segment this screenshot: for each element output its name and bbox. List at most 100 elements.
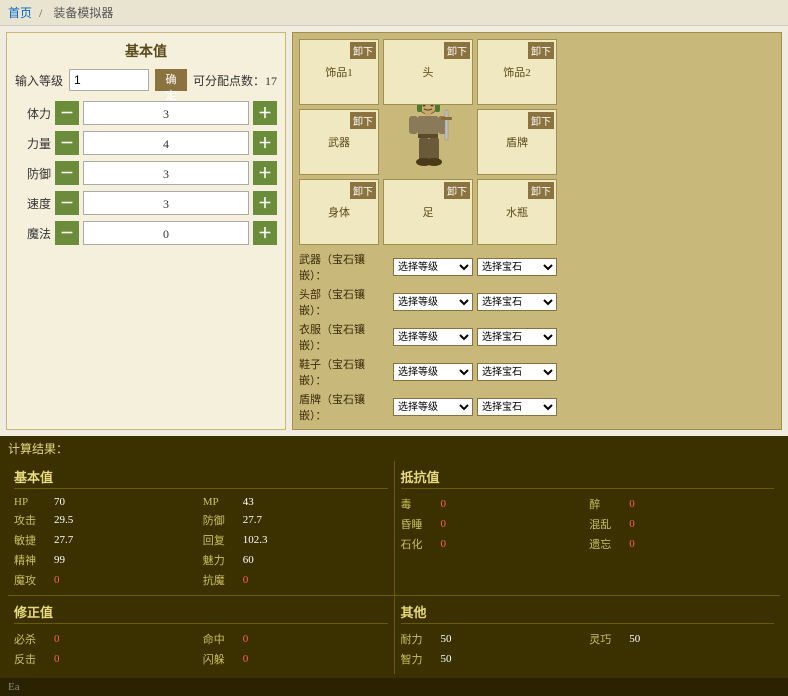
level-input[interactable] [69,69,149,91]
result-mp: MP 43 [203,495,388,509]
stat-plus-2[interactable]: ＋ [253,161,277,185]
basic-title: 基本值 [14,467,388,489]
unequip-accessory2[interactable]: 卸下 [528,42,554,59]
unequip-head[interactable]: 卸下 [444,42,470,59]
level-label: 输入等级 [15,72,63,89]
equip-slot-head: 卸下 头 [383,39,473,105]
stat-row-def: 防御 － 3 ＋ [15,161,277,185]
unequip-weapon[interactable]: 卸下 [350,112,376,129]
stat-minus-2[interactable]: － [55,161,79,185]
result-name-crit: 必杀 [14,631,50,647]
bottom-bar: Ea [0,678,788,696]
breadcrumb-current: 装备模拟器 [53,6,113,20]
basic-grid: HP 70 MP 43 攻击 29.5 防御 27.7 敏捷 27.7 [14,495,388,589]
equip-select-row-1: 头部（宝石镶嵌）： 选择等级 选择宝石 [299,286,775,318]
stat-plus-1[interactable]: ＋ [253,131,277,155]
accessory2-label: 饰品2 [503,64,531,80]
stat-row-hp: 体力 － 3 ＋ [15,101,277,125]
result-dex: 灵巧 50 [589,630,774,648]
result-name-hit: 命中 [203,631,239,647]
result-name-agi: 敏捷 [14,532,50,548]
stat-plus-3[interactable]: ＋ [253,191,277,215]
result-name-def: 防御 [203,512,239,528]
equip-gem-select-1[interactable]: 选择宝石 [477,293,557,311]
result-hit: 命中 0 [203,630,388,648]
result-cha: 魅力 60 [203,551,388,569]
unequip-shield[interactable]: 卸下 [528,112,554,129]
result-name-drunk: 醉 [589,496,625,512]
result-name-stone: 石化 [401,536,437,552]
equip-level-select-2[interactable]: 选择等级 [393,328,473,346]
breadcrumb-home[interactable]: 首页 [8,6,32,20]
resist-grid: 毒 0 醉 0 昏睡 0 混乱 0 石化 0 [401,495,775,553]
equip-level-select-4[interactable]: 选择等级 [393,398,473,416]
result-val-agi: 27.7 [54,534,73,546]
unequip-body[interactable]: 卸下 [350,182,376,199]
result-val-dex: 50 [629,633,640,645]
result-val-spi: 99 [54,554,65,566]
result-matk: 魔攻 0 [14,571,199,589]
stat-value-1: 4 [83,131,249,155]
result-spi: 精神 99 [14,551,199,569]
stat-plus-0[interactable]: ＋ [253,101,277,125]
result-val-mp: 43 [243,496,254,508]
result-atk: 攻击 29.5 [14,511,199,529]
equip-select-row-4: 盾牌（宝石镶嵌）： 选择等级 选择宝石 [299,391,775,423]
equip-slot-weapon: 卸下 武器 [299,109,379,175]
unequip-accessory1[interactable]: 卸下 [350,42,376,59]
head-label: 头 [423,64,434,80]
stat-minus-0[interactable]: － [55,101,79,125]
result-name-intel: 智力 [401,651,437,667]
result-stone: 石化 0 [401,535,586,553]
results-panels: 基本值 HP 70 MP 43 攻击 29.5 防御 27.7 [8,461,780,595]
other-title: 其他 [401,602,775,624]
body-label: 身体 [328,204,350,220]
results-label: 计算结果： [8,440,780,457]
equip-level-select-0[interactable]: 选择等级 [393,258,473,276]
equip-label-4: 盾牌（宝石镶嵌）： [299,391,389,423]
stats-container: 体力 － 3 ＋ 力量 － 4 ＋ 防御 － 3 ＋ 速度 － [15,101,277,245]
result-name-spi: 精神 [14,552,50,568]
equip-label-2: 衣服（宝石镶嵌）： [299,321,389,353]
basic-section: 基本值 HP 70 MP 43 攻击 29.5 防御 27.7 [8,461,394,595]
equip-select-row-3: 鞋子（宝石镶嵌）： 选择等级 选择宝石 [299,356,775,388]
equip-gem-select-3[interactable]: 选择宝石 [477,363,557,381]
points-label: 可分配点数：17 [193,72,277,89]
result-hp: HP 70 [14,495,199,509]
result-drunk: 醉 0 [589,495,774,513]
equip-gem-select-4[interactable]: 选择宝石 [477,398,557,416]
result-val-endurance: 50 [441,633,452,645]
stat-minus-1[interactable]: － [55,131,79,155]
equip-level-select-1[interactable]: 选择等级 [393,293,473,311]
unequip-feet[interactable]: 卸下 [444,182,470,199]
result-name-forget: 遗忘 [589,536,625,552]
result-dodge: 闪躲 0 [203,650,388,668]
other-section: 其他 耐力 50 灵巧 50 智力 50 [395,596,781,674]
result-agi: 敏捷 27.7 [14,531,199,549]
stat-minus-3[interactable]: － [55,191,79,215]
equip-level-select-3[interactable]: 选择等级 [393,363,473,381]
result-confusion: 混乱 0 [589,515,774,533]
result-name-mres: 抗魔 [203,572,239,588]
equip-slot-accessory2: 卸下 饰品2 [477,39,557,105]
main-area: 基本值 输入等级 确定 可分配点数：17 体力 － 3 ＋ 力量 － 4 ＋ [0,26,788,436]
confirm-button[interactable]: 确定 [155,69,187,91]
result-endurance: 耐力 50 [401,630,586,648]
level-row: 输入等级 确定 可分配点数：17 [15,69,277,91]
result-poison: 毒 0 [401,495,586,513]
result-crit: 必杀 0 [14,630,199,648]
equip-select-row-0: 武器（宝石镶嵌）： 选择等级 选择宝石 [299,251,775,283]
unequip-water[interactable]: 卸下 [528,182,554,199]
equip-gem-select-0[interactable]: 选择宝石 [477,258,557,276]
modifier-section: 修正值 必杀 0 命中 0 反击 0 闪躲 0 [8,596,394,674]
stat-name-1: 力量 [15,135,51,152]
breadcrumb: 首页 / 装备模拟器 [0,0,788,26]
stat-minus-4[interactable]: － [55,221,79,245]
result-val-forget: 0 [629,538,635,550]
bottom-text: Ea [8,681,20,693]
equip-col2: 卸下 头 [383,39,473,245]
result-name-rec: 回复 [203,532,239,548]
equip-gem-select-2[interactable]: 选择宝石 [477,328,557,346]
stat-name-2: 防御 [15,165,51,182]
stat-plus-4[interactable]: ＋ [253,221,277,245]
